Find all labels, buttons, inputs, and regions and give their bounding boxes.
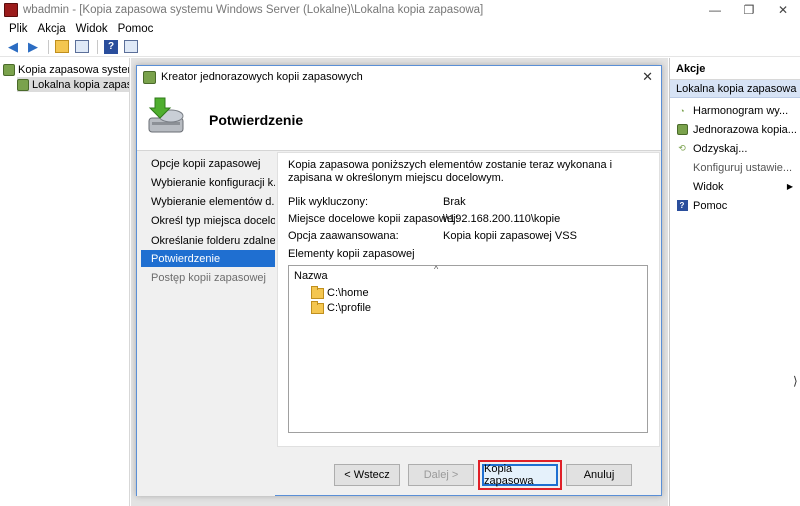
next-button: Dalej > <box>408 464 474 486</box>
actions-pane: Akcje Lokalna kopia zapasowa ◔ Harmonogr… <box>669 58 800 506</box>
destination-label: Miejsce docelowe kopii zapasowej: <box>288 213 459 225</box>
window-title-bar: wbadmin - [Kopia zapasowa systemu Window… <box>0 0 800 20</box>
action-backup-once[interactable]: Jednorazowa kopia... <box>670 120 800 139</box>
tree-item-label: Kopia zapasowa systemu W <box>18 63 129 76</box>
maximize-button[interactable]: ❐ <box>732 0 766 20</box>
list-item[interactable]: C:\home <box>311 285 369 300</box>
step-select-configuration[interactable]: Wybieranie konfiguracji k... <box>141 174 275 191</box>
advanced-option-label: Opcja zaawansowana: <box>288 230 399 242</box>
window-title: wbadmin - [Kopia zapasowa systemu Window… <box>23 4 484 16</box>
minimize-button[interactable]: — <box>698 0 732 20</box>
menu-file[interactable]: Plik <box>4 23 33 35</box>
back-arrow-icon[interactable]: ◀ <box>4 39 22 55</box>
action-help[interactable]: ? Pomoc <box>670 196 800 215</box>
show-hide-tree-icon[interactable] <box>73 39 91 55</box>
excluded-value: Brak <box>443 196 466 208</box>
window-controls: — ❐ ✕ <box>698 0 800 20</box>
dialog-close-icon[interactable]: ✕ <box>642 69 653 85</box>
back-button[interactable]: < Wstecz <box>334 464 400 486</box>
sort-ascending-icon: ^ <box>434 264 439 274</box>
dialog-header: Potwierdzenie <box>137 88 661 151</box>
folder-icon <box>311 285 324 299</box>
backup-wizard-icon <box>148 97 184 133</box>
console-tree: Kopia zapasowa systemu W Lokalna kopia z… <box>0 58 130 506</box>
page-title: Potwierdzenie <box>209 112 304 128</box>
app-icon <box>4 3 18 17</box>
action-schedule[interactable]: ◔ Harmonogram wy... <box>670 101 800 120</box>
backup-items-label: Elementy kopii zapasowej <box>288 248 415 260</box>
folder-icon <box>311 300 324 314</box>
menu-action[interactable]: Akcja <box>33 23 71 35</box>
cursor-resize-icon: ⟩ <box>793 374 798 388</box>
help-icon: ? <box>676 200 688 212</box>
destination-value: \\192.168.200.110\kopie <box>443 213 561 225</box>
step-select-items[interactable]: Wybieranie elementów d... <box>141 193 275 210</box>
close-button[interactable]: ✕ <box>766 0 800 20</box>
action-view[interactable]: Widok ▶ <box>670 177 800 196</box>
intro-text: Kopia zapasowa poniższych elementów zost… <box>288 159 613 184</box>
wizard-steps: Opcje kopii zapasowej Wybieranie konfigu… <box>137 152 275 496</box>
dialog-title-bar: Kreator jednorazowych kopii zapasowych ✕ <box>137 66 661 88</box>
backup-icon <box>3 63 15 76</box>
forward-arrow-icon[interactable]: ▶ <box>24 39 42 55</box>
advanced-option-value: Kopia kopii zapasowej VSS <box>443 230 577 242</box>
step-remote-folder[interactable]: Określanie folderu zdalne... <box>141 232 275 249</box>
toolbar-separator <box>48 39 49 54</box>
backup-icon <box>143 70 156 84</box>
tree-item-root[interactable]: Kopia zapasowa systemu W <box>3 62 129 77</box>
submenu-arrow-icon: ▶ <box>786 182 793 191</box>
menu-help[interactable]: Pomoc <box>113 23 159 35</box>
action-configure[interactable]: Konfiguruj ustawie... <box>670 158 800 177</box>
confirmation-panel: Kopia zapasowa poniższych elementów zost… <box>277 152 660 447</box>
actions-header: Akcje <box>670 58 800 80</box>
dialog-title: Kreator jednorazowych kopii zapasowych <box>161 71 363 83</box>
toolbar: ◀ ▶ ? <box>0 37 800 57</box>
tree-item-label: Lokalna kopia zapasowa <box>32 78 129 91</box>
backup-icon <box>17 78 29 91</box>
toolbar-separator <box>97 39 98 54</box>
highlight-outline <box>478 460 562 490</box>
step-destination-type[interactable]: Określ typ miejsca docelo... <box>141 212 275 229</box>
step-confirmation[interactable]: Potwierdzenie <box>141 250 275 267</box>
backup-once-icon <box>676 124 688 136</box>
menu-bar: Plik Akcja Widok Pomoc <box>0 20 800 37</box>
help-icon[interactable]: ? <box>102 39 120 55</box>
column-header-name[interactable]: Nazwa <box>294 270 328 282</box>
list-item[interactable]: C:\profile <box>311 300 371 315</box>
schedule-icon: ◔ <box>679 105 685 116</box>
cancel-button[interactable]: Anuluj <box>566 464 632 486</box>
recover-icon: ⟲ <box>678 143 686 153</box>
action-recover[interactable]: ⟲ Odzyskaj... <box>670 139 800 158</box>
backup-items-list[interactable]: ^ Nazwa C:\home C:\profile <box>288 264 648 433</box>
step-backup-options[interactable]: Opcje kopii zapasowej <box>141 155 275 172</box>
backup-wizard-dialog: Kreator jednorazowych kopii zapasowych ✕… <box>136 65 662 496</box>
excluded-label: Plik wykluczony: <box>288 196 369 208</box>
tree-item-local-backup[interactable]: Lokalna kopia zapasowa <box>17 77 129 92</box>
show-action-pane-icon[interactable] <box>122 39 140 55</box>
up-folder-icon[interactable] <box>53 39 71 55</box>
menu-view[interactable]: Widok <box>71 23 113 35</box>
step-backup-progress: Postęp kopii zapasowej <box>151 271 266 284</box>
actions-section-header[interactable]: Lokalna kopia zapasowa <box>670 80 800 98</box>
